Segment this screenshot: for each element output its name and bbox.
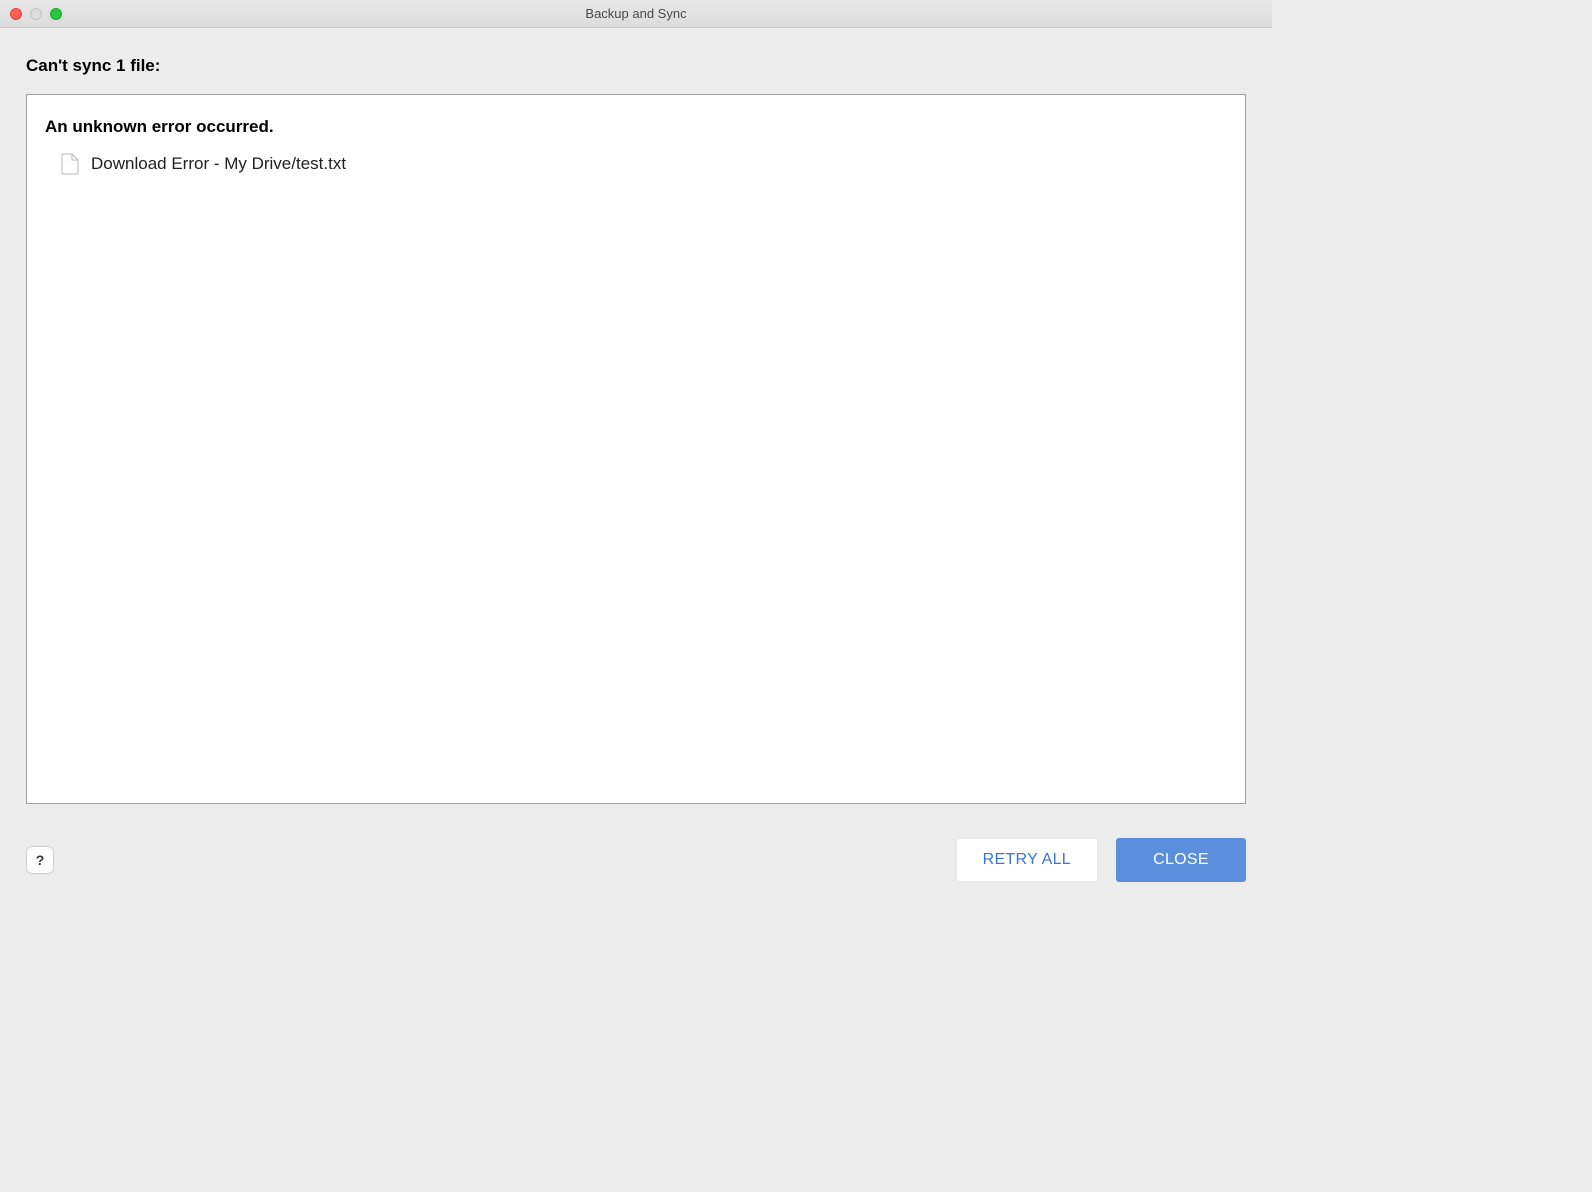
footer: ? RETRY ALL CLOSE: [0, 824, 1272, 882]
retry-all-button[interactable]: RETRY ALL: [956, 838, 1098, 882]
file-icon: [61, 153, 79, 175]
zoom-window-icon[interactable]: [50, 8, 62, 20]
error-title: An unknown error occurred.: [45, 117, 1227, 137]
window-titlebar: Backup and Sync: [0, 0, 1272, 28]
close-window-icon[interactable]: [10, 8, 22, 20]
content-area: Can't sync 1 file: An unknown error occu…: [0, 28, 1272, 824]
error-panel: An unknown error occurred. Download Erro…: [26, 94, 1246, 804]
window-title: Backup and Sync: [0, 6, 1272, 21]
page-heading: Can't sync 1 file:: [26, 56, 1246, 76]
traffic-lights: [0, 8, 62, 20]
close-button[interactable]: CLOSE: [1116, 838, 1246, 882]
list-item[interactable]: Download Error - My Drive/test.txt: [45, 153, 1227, 175]
minimize-window-icon[interactable]: [30, 8, 42, 20]
help-button[interactable]: ?: [26, 846, 54, 874]
file-label: Download Error - My Drive/test.txt: [91, 154, 346, 174]
help-icon: ?: [36, 852, 45, 868]
